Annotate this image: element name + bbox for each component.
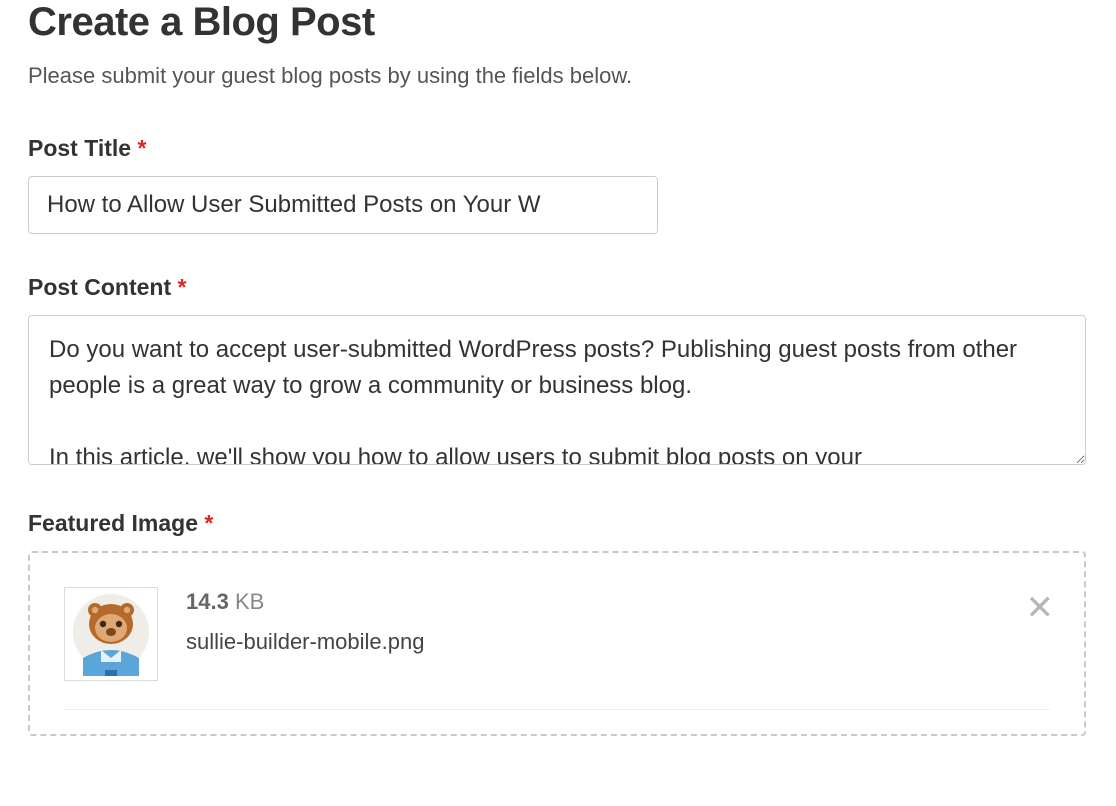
file-name: sullie-builder-mobile.png <box>186 629 1050 655</box>
required-asterisk: * <box>204 510 213 536</box>
featured-image-label: Featured Image * <box>28 510 1088 537</box>
close-icon[interactable]: ✕ <box>1026 591 1055 625</box>
file-size-value: 14.3 <box>186 589 229 614</box>
label-text: Post Title <box>28 135 131 161</box>
label-text: Post Content <box>28 274 171 300</box>
form-description: Please submit your guest blog posts by u… <box>28 63 1088 89</box>
avatar-icon <box>69 592 153 676</box>
uploaded-file-row: 14.3 KB sullie-builder-mobile.png ✕ <box>64 587 1050 710</box>
post-content-label: Post Content * <box>28 274 1088 301</box>
post-title-input[interactable] <box>28 176 658 234</box>
file-thumbnail <box>64 587 158 681</box>
file-size: 14.3 KB <box>186 589 1050 615</box>
file-meta: 14.3 KB sullie-builder-mobile.png <box>186 587 1050 655</box>
label-text: Featured Image <box>28 510 198 536</box>
field-featured-image: Featured Image * <box>28 510 1088 736</box>
field-post-title: Post Title * <box>28 135 1088 234</box>
post-title-label: Post Title * <box>28 135 1088 162</box>
upload-dropzone[interactable]: 14.3 KB sullie-builder-mobile.png ✕ <box>28 551 1086 736</box>
required-asterisk: * <box>138 135 147 161</box>
form-title: Create a Blog Post <box>28 0 1088 45</box>
file-size-unit: KB <box>229 589 264 614</box>
post-content-textarea[interactable] <box>28 315 1086 465</box>
required-asterisk: * <box>178 274 187 300</box>
field-post-content: Post Content * <box>28 274 1088 470</box>
